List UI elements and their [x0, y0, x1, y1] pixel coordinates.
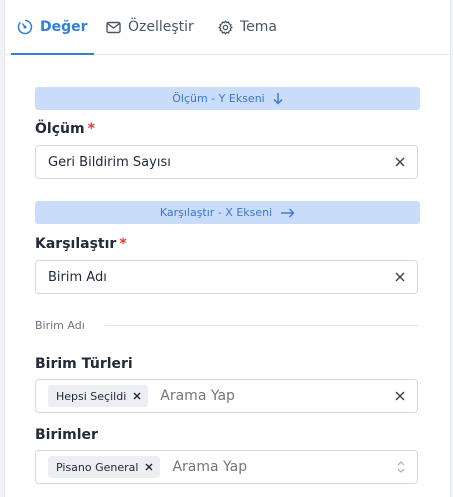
measure-select[interactable]: Geri Bildirim Sayısı — [35, 145, 418, 179]
compare-label: Karşılaştır * — [35, 236, 127, 252]
close-icon[interactable] — [393, 270, 407, 284]
compare-label-text: Karşılaştır — [35, 236, 117, 252]
unit-types-multiselect[interactable]: Hepsi Seçildi — [35, 379, 418, 413]
chip-label: Hepsi Seçildi — [56, 389, 127, 403]
tab-customize[interactable]: Özelleştir — [106, 0, 194, 54]
tab-value-label: Değer — [40, 19, 88, 35]
compare-select-value: Birim Adı — [48, 269, 107, 285]
arrow-right-icon — [280, 208, 295, 218]
compare-section-header: Karşılaştır - X Ekseni — [35, 201, 420, 224]
tab-customize-label: Özelleştir — [128, 19, 194, 35]
value-icon — [17, 19, 33, 35]
measure-label: Ölçüm * — [35, 121, 95, 137]
selected-chip: Pisano General — [48, 456, 161, 478]
envelope-icon — [106, 21, 121, 34]
measure-section-header: Ölçüm - Y Ekseni — [35, 87, 420, 110]
chip-remove-icon[interactable] — [132, 391, 142, 401]
chip-remove-icon[interactable] — [144, 462, 154, 472]
unit-types-search-input[interactable] — [158, 387, 313, 405]
chip-label: Pisano General — [56, 460, 139, 474]
divider-line — [105, 325, 418, 326]
measure-section-title: Ölçüm - Y Ekseni — [172, 92, 265, 105]
units-multiselect[interactable]: Pisano General — [35, 450, 418, 484]
tab-theme-label: Tema — [240, 19, 278, 35]
compare-select[interactable]: Birim Adı — [35, 260, 418, 294]
settings-panel: Değer Özelleştir Tema Ölçüm - Y Ekseni Ö… — [4, 0, 451, 497]
divider-label: Birim Adı — [35, 319, 85, 332]
arrow-down-icon — [273, 92, 283, 105]
units-search-input[interactable] — [170, 458, 325, 476]
required-mark: * — [87, 121, 95, 137]
measure-select-value: Geri Bildirim Sayısı — [48, 154, 171, 170]
unit-types-label: Birim Türleri — [35, 356, 133, 372]
gear-icon — [218, 19, 233, 35]
units-label: Birimler — [35, 427, 98, 443]
measure-label-text: Ölçüm — [35, 121, 85, 137]
tab-value[interactable]: Değer — [11, 0, 94, 55]
close-icon[interactable] — [393, 389, 407, 403]
required-mark: * — [119, 236, 127, 252]
close-icon[interactable] — [393, 155, 407, 169]
compare-section-title: Karşılaştır - X Ekseni — [159, 206, 273, 219]
selected-chip: Hepsi Seçildi — [48, 385, 149, 407]
tab-bar: Değer Özelleştir Tema — [5, 0, 450, 55]
chevron-up-down-icon[interactable] — [395, 460, 407, 474]
tab-theme[interactable]: Tema — [218, 0, 277, 54]
